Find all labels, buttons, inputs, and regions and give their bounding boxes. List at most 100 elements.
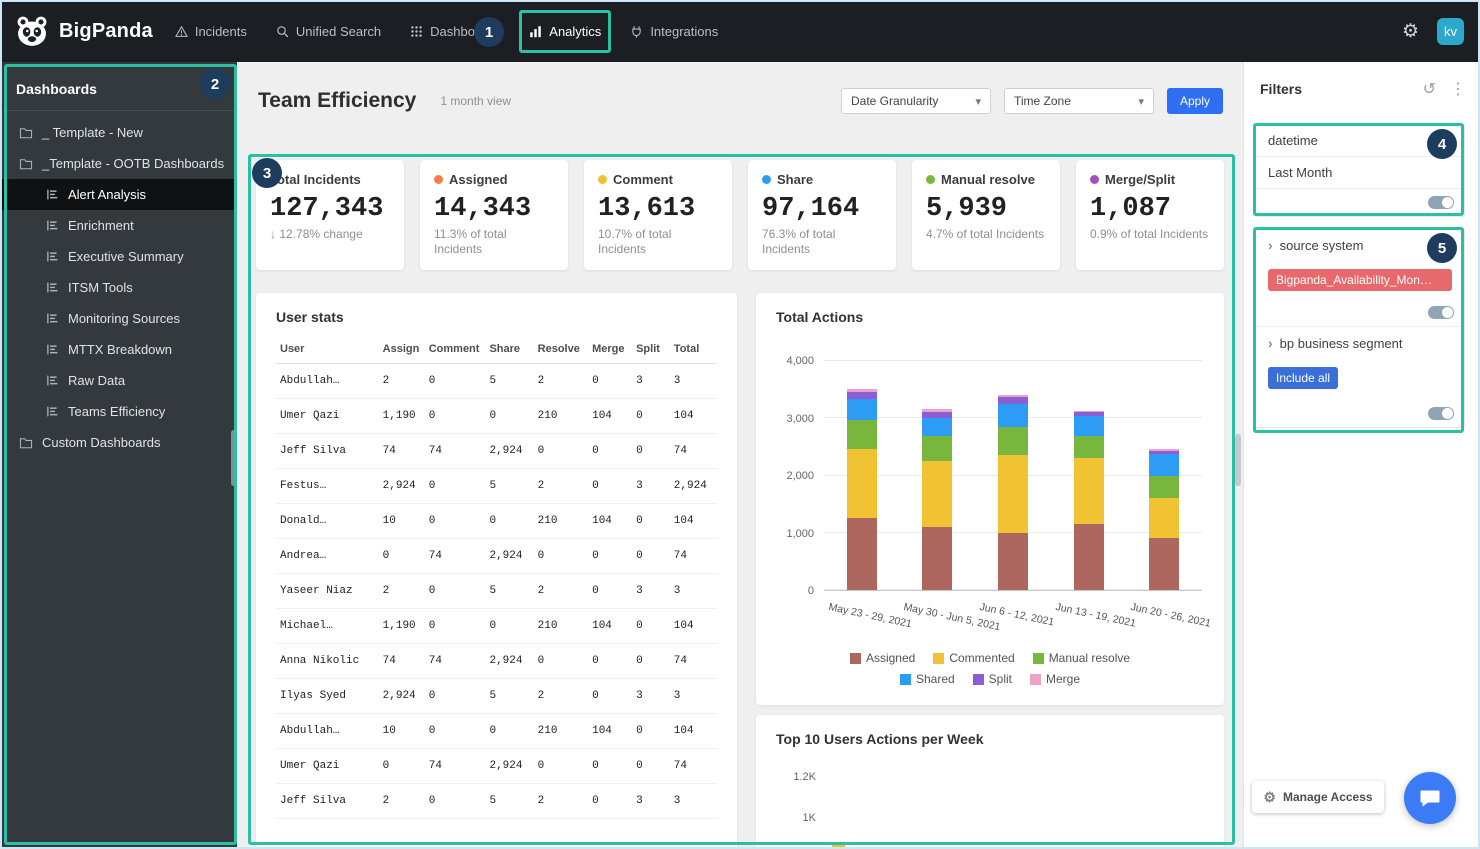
legend-assigned[interactable]: Assigned <box>850 651 915 665</box>
sidebar-scrollbar[interactable] <box>231 430 236 486</box>
kebab-menu-icon[interactable]: ⋮ <box>1450 79 1466 99</box>
sidebar-item-custom-dashboards[interactable]: Custom Dashboards <box>0 427 237 458</box>
table-cell: 3 <box>632 679 670 714</box>
bigpanda-logo[interactable]: BigPanda <box>0 13 153 49</box>
manage-access-button[interactable]: ⚙ Manage Access <box>1252 781 1384 813</box>
total-actions-title: Total Actions <box>756 293 1224 325</box>
table-row[interactable]: Andrea…0742,92400074 <box>276 539 717 574</box>
sidebar-item-template-ootb-dashboards[interactable]: _Template - OOTB Dashboards <box>0 148 237 179</box>
main-scrollbar[interactable] <box>1235 434 1241 486</box>
table-row[interactable]: Umer Qazi1,190002101040104 <box>276 399 717 434</box>
settings-gear-icon[interactable]: ⚙ <box>1402 20 1419 43</box>
legend-manual-resolve[interactable]: Manual resolve <box>1033 651 1130 665</box>
kpi-title: Comment <box>598 172 718 187</box>
table-cell: 0 <box>425 469 486 504</box>
table-cell: 3 <box>670 364 717 399</box>
column-header-total: Total <box>670 335 717 364</box>
table-row[interactable]: Ilyas Syed2,924052033 <box>276 679 717 714</box>
nav-item-dashboards[interactable]: Dashboards <box>410 24 500 39</box>
shared-segment <box>847 399 877 421</box>
y-tick-label: 0 <box>808 585 814 597</box>
business-segment-toggle[interactable] <box>1428 407 1454 420</box>
legend-label: Manual resolve <box>1049 651 1130 665</box>
column-header-assign: Assign <box>379 335 425 364</box>
toggle-knob <box>1442 408 1453 419</box>
x-axis-label: Jun 20 - 26, 2021 <box>1130 601 1212 630</box>
table-cell: 0 <box>588 364 632 399</box>
table-cell: Festus… <box>276 469 379 504</box>
filters-title: Filters <box>1260 81 1302 97</box>
stacked-bar-3[interactable] <box>998 395 1028 590</box>
legend-commented[interactable]: Commented <box>933 651 1014 665</box>
y-tick-label: 4,000 <box>786 355 814 367</box>
table-cell: 0 <box>588 784 632 819</box>
chat-button[interactable] <box>1404 772 1456 824</box>
table-row[interactable]: Abdullah…10002101040104 <box>276 714 717 749</box>
sidebar-item-mttx-breakdown[interactable]: MTTX Breakdown <box>0 334 237 365</box>
legend-shared[interactable]: Shared <box>900 672 955 686</box>
source-system-filter[interactable]: › source system <box>1256 229 1464 261</box>
business-segment-chip[interactable]: Include all <box>1268 367 1338 389</box>
stacked-bar-1[interactable] <box>847 389 877 590</box>
sidebar-item-label: Enrichment <box>68 218 134 233</box>
chart-y-axis: 4,0003,0002,0001,0000 <box>766 361 814 591</box>
main-content: Team Efficiency 1 month view Date Granul… <box>237 62 1243 849</box>
legend-split[interactable]: Split <box>973 672 1012 686</box>
sidebar-item-enrichment[interactable]: Enrichment <box>0 210 237 241</box>
business-segment-filter[interactable]: › bp business segment <box>1256 326 1464 359</box>
legend-swatch <box>850 653 861 664</box>
table-row[interactable]: Festus…2,924052032,924 <box>276 469 717 504</box>
table-row[interactable]: Donald…10002101040104 <box>276 504 717 539</box>
shared-segment <box>998 404 1028 427</box>
nav-item-incidents[interactable]: Incidents <box>175 24 247 39</box>
kpi-card-manual-resolve: Manual resolve5,9394.7% of total Inciden… <box>912 160 1060 270</box>
folder-icon <box>19 127 33 139</box>
table-row[interactable]: Umer Qazi0742,92400074 <box>276 749 717 784</box>
table-cell: 0 <box>632 539 670 574</box>
reset-filters-icon[interactable]: ↺ <box>1423 79 1436 99</box>
stacked-bar-2[interactable] <box>922 409 952 590</box>
datetime-value[interactable]: Last Month <box>1256 157 1464 189</box>
nav-item-unified-search[interactable]: Unified Search <box>276 24 381 39</box>
sidebar-item-teams-efficiency[interactable]: Teams Efficiency <box>0 396 237 427</box>
table-row[interactable]: Jeff Silva74742,92400074 <box>276 434 717 469</box>
stacked-bar-5[interactable] <box>1149 449 1179 590</box>
sidebar-item-executive-summary[interactable]: Executive Summary <box>0 241 237 272</box>
date-granularity-select[interactable]: Date Granularity ▾ <box>841 88 991 114</box>
sidebar-item-template-new[interactable]: _ Template - New <box>0 117 237 148</box>
legend-merge[interactable]: Merge <box>1030 672 1080 686</box>
table-cell: 10 <box>379 504 425 539</box>
table-cell: 0 <box>588 469 632 504</box>
sidebar-item-monitoring-sources[interactable]: Monitoring Sources <box>0 303 237 334</box>
dashboard-icon <box>46 250 59 263</box>
table-cell: Anna Nikolic <box>276 644 379 679</box>
kpi-title: Assigned <box>434 172 554 187</box>
source-system-chip-row: Bigpanda_Availability_Mon… <box>1256 261 1464 299</box>
sidebar-item-raw-data[interactable]: Raw Data <box>0 365 237 396</box>
sidebar-item-label: Raw Data <box>68 373 125 388</box>
sidebar-item-itsm-tools[interactable]: ITSM Tools <box>0 272 237 303</box>
kpi-card-comment: Comment13,61310.7% of total Incidents <box>584 160 732 270</box>
folder-icon <box>19 158 33 170</box>
table-cell: 3 <box>632 469 670 504</box>
table-cell: 0 <box>425 574 486 609</box>
stacked-bar-4[interactable] <box>1074 411 1104 590</box>
table-row[interactable]: Michael…1,190002101040104 <box>276 609 717 644</box>
table-cell: 104 <box>588 714 632 749</box>
datetime-toggle[interactable] <box>1428 196 1454 209</box>
sidebar-item-alert-analysis[interactable]: Alert Analysis <box>0 179 237 210</box>
sidebar-item-label: MTTX Breakdown <box>68 342 172 357</box>
table-row[interactable]: Anna Nikolic74742,92400074 <box>276 644 717 679</box>
nav-item-analytics[interactable]: Analytics <box>529 24 601 39</box>
source-system-chip[interactable]: Bigpanda_Availability_Mon… <box>1268 269 1452 291</box>
table-cell: 74 <box>425 644 486 679</box>
table-row[interactable]: Jeff Silva2052033 <box>276 784 717 819</box>
time-zone-select[interactable]: Time Zone ▾ <box>1004 88 1154 114</box>
source-system-toggle[interactable] <box>1428 306 1454 319</box>
apply-button[interactable]: Apply <box>1167 88 1223 114</box>
nav-item-integrations[interactable]: Integrations <box>630 24 718 39</box>
table-row[interactable]: Yaseer Niaz2052033 <box>276 574 717 609</box>
table-row[interactable]: Abdullah…2052033 <box>276 364 717 399</box>
user-avatar[interactable]: kv <box>1437 18 1464 45</box>
table-cell: 104 <box>670 609 717 644</box>
